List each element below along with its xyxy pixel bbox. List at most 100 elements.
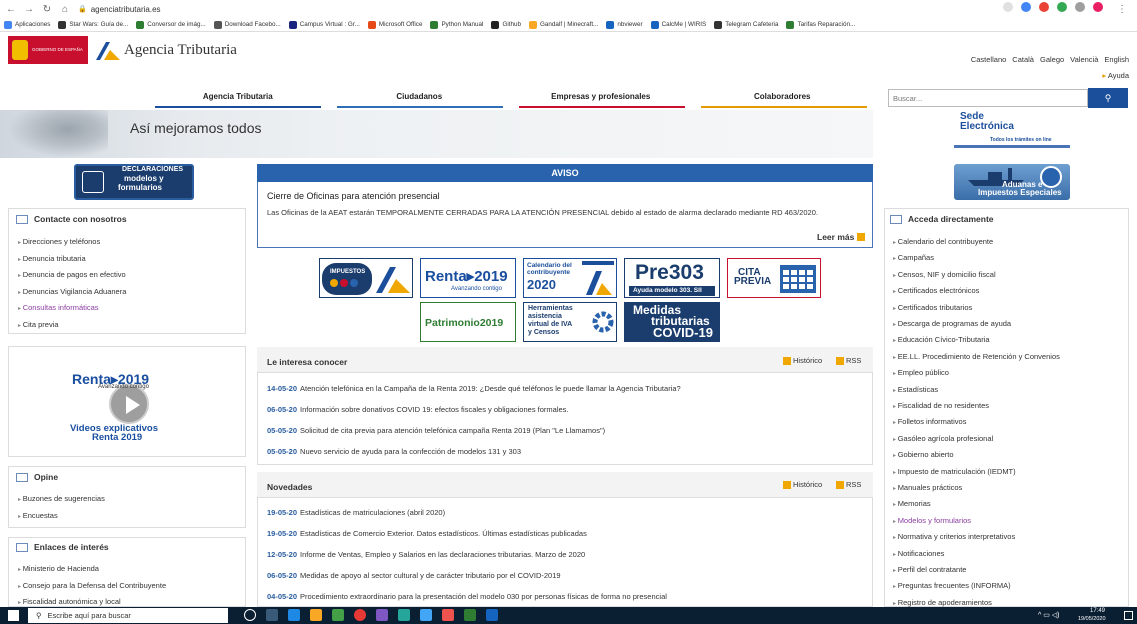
excel-icon[interactable] (464, 609, 476, 621)
taskbar-search[interactable]: ⚲ Escribe aquí para buscar (28, 608, 228, 623)
link-item[interactable]: Folletos informativos (893, 417, 967, 426)
bookmark-item[interactable]: CalcMe | WIRIS (650, 20, 706, 29)
interesa-historico[interactable]: Histórico (783, 356, 822, 365)
tile-covid[interactable]: Medidas tributarias COVID-19 (624, 302, 720, 342)
tile-herramientas[interactable]: Herramientas asistencia virtual de IVA y… (523, 302, 617, 342)
news-item[interactable]: 12-05-20 Informe de Ventas, Empleo y Sala… (267, 550, 585, 559)
news-item[interactable]: 19-05-20 Estadísticas de Comercio Exterio… (267, 529, 587, 538)
aeat-logo[interactable]: Agencia Tributaria (96, 40, 237, 60)
link-item[interactable]: Certificados tributarios (893, 303, 973, 312)
link-item[interactable]: Cita previa (18, 320, 59, 329)
extension-icon[interactable] (1075, 2, 1085, 12)
link-item[interactable]: Educación Cívico-Tributaria (893, 335, 990, 344)
videos-label-2[interactable]: Renta 2019 (92, 432, 142, 443)
link-item[interactable]: Notificaciones (893, 549, 945, 558)
bookmark-item[interactable]: Star Wars: Guía de... (58, 20, 128, 29)
link-item[interactable]: Gasóleo agrícola profesional (893, 434, 993, 443)
link-item[interactable]: Fiscalidad autonómica y local (18, 597, 121, 606)
lang-valencia[interactable]: Valencià (1070, 55, 1098, 64)
tile-impuestos[interactable]: IMPUESTOS (319, 258, 413, 298)
link-item[interactable]: Preguntas frecuentes (INFORMA) (893, 581, 1011, 590)
forward-icon[interactable]: → (22, 2, 36, 16)
read-more-link[interactable]: Leer más (817, 232, 865, 242)
novedades-historico[interactable]: Histórico (783, 480, 822, 489)
reload-icon[interactable]: ↻ (40, 2, 54, 16)
system-tray[interactable]: ^ ▭ ◁) (1038, 611, 1060, 619)
menu-icon[interactable]: ⋮ (1115, 2, 1129, 16)
explorer-icon[interactable] (310, 609, 322, 621)
bookmark-item[interactable]: Python Manual (430, 20, 483, 29)
lang-castellano[interactable]: Castellano (971, 55, 1006, 64)
link-item[interactable]: Normativa y criterios interpretativos (893, 532, 1016, 541)
app-icon[interactable] (332, 609, 344, 621)
link-item[interactable]: Buzones de sugerencias (18, 494, 105, 503)
news-item[interactable]: 19-05-20 Estadísticas de matriculaciones … (267, 508, 445, 517)
extension-icon[interactable] (1057, 2, 1067, 12)
link-item[interactable]: Consultas informáticas (18, 303, 99, 312)
link-item[interactable]: Encuestas (18, 511, 58, 520)
novedades-rss[interactable]: RSS (836, 480, 861, 489)
chrome-icon[interactable] (354, 609, 366, 621)
interesa-rss[interactable]: RSS (836, 356, 861, 365)
link-item[interactable]: Modelos y formularios (893, 516, 971, 525)
tile-renta[interactable]: Renta▸2019 Avanzando contigo (420, 258, 516, 298)
link-item[interactable]: Denuncias Vigilancia Aduanera (18, 287, 127, 296)
notifications-icon[interactable] (1124, 611, 1133, 620)
app-icon[interactable] (376, 609, 388, 621)
extension-icon[interactable] (1039, 2, 1049, 12)
link-item[interactable]: Campañas (893, 253, 934, 262)
bookmark-item[interactable]: Github (491, 20, 521, 29)
home-icon[interactable]: ⌂ (58, 2, 72, 16)
tile-pre303[interactable]: Pre303 Ayuda modelo 303. SII (624, 258, 720, 298)
link-item[interactable]: Calendario del contribuyente (893, 237, 993, 246)
lang-catala[interactable]: Català (1012, 55, 1034, 64)
link-item[interactable]: Direcciones y teléfonos (18, 237, 101, 246)
clock-date[interactable]: 19/05/2020 (1078, 616, 1106, 622)
link-item[interactable]: Manuales prácticos (893, 483, 963, 492)
link-item[interactable]: Estadísticas (893, 385, 938, 394)
link-item[interactable]: EE.LL. Procedimiento de Retención y Conv… (893, 352, 1060, 361)
news-item[interactable]: 05-05-20 Solicitud de cita previa para at… (267, 426, 605, 435)
clock-time[interactable]: 17:49 (1090, 608, 1105, 614)
search-button[interactable]: ⚲ (1088, 88, 1128, 108)
tile-patrimonio[interactable]: Patrimonio2019 (420, 302, 516, 342)
star-icon[interactable] (1003, 2, 1013, 12)
app-icon[interactable] (398, 609, 410, 621)
windows-start-icon[interactable] (8, 610, 19, 621)
link-item[interactable]: Fiscalidad de no residentes (893, 401, 989, 410)
link-item[interactable]: Ministerio de Hacienda (18, 564, 99, 573)
play-video-button[interactable] (109, 384, 149, 424)
bookmark-item[interactable]: Telegram Cafeteria (714, 20, 778, 29)
bookmark-item[interactable]: Gandalf | Minecraft... (529, 20, 598, 29)
link-item[interactable]: Memorias (893, 499, 931, 508)
bookmark-item[interactable]: Tarifas Reparación... (786, 20, 855, 29)
tile-calendario[interactable]: Calendario del contribuyente 2020 (523, 258, 617, 298)
news-item[interactable]: 14-05-20 Atención telefónica en la Campañ… (267, 384, 681, 393)
link-item[interactable]: Impuesto de matriculación (IEDMT) (893, 467, 1016, 476)
link-item[interactable]: Denuncia de pagos en efectivo (18, 270, 126, 279)
address-bar[interactable]: 🔒 agenciatributaria.es (78, 5, 161, 14)
task-view-icon[interactable] (266, 609, 278, 621)
back-icon[interactable]: ← (4, 2, 18, 16)
bookmark-item[interactable]: Campus Virtual : Gr... (288, 20, 360, 29)
profile-avatar[interactable] (1093, 2, 1103, 12)
link-item[interactable]: Empleo público (893, 368, 949, 377)
bookmark-item[interactable]: Download Facebo... (213, 20, 281, 29)
link-item[interactable]: Gobierno abierto (893, 450, 954, 459)
link-item[interactable]: Registro de apoderamientos (893, 598, 992, 607)
search-input[interactable]: Buscar... (888, 89, 1088, 107)
link-item[interactable]: Perfil del contratante (893, 565, 967, 574)
app-icon[interactable] (442, 609, 454, 621)
news-item[interactable]: 06-05-20 Información sobre donativos COVI… (267, 405, 569, 414)
bookmark-item[interactable]: nbviewer (606, 20, 643, 29)
link-item[interactable]: Censos, NIF y domicilio fiscal (893, 270, 996, 279)
lang-english[interactable]: English (1104, 55, 1129, 64)
link-item[interactable]: Denuncia tributaria (18, 254, 86, 263)
government-logo[interactable]: GOBIERNO DE ESPAÑA (8, 36, 88, 64)
cortana-icon[interactable] (244, 609, 256, 621)
news-item[interactable]: 04-05-20 Procedimiento extraordinario par… (267, 592, 667, 601)
bookmark-item[interactable]: Conversor de imág... (136, 20, 206, 29)
news-item[interactable]: 05-05-20 Nuevo servicio de ayuda para la … (267, 447, 521, 456)
help-link[interactable]: Ayuda (1102, 71, 1129, 80)
link-item[interactable]: Certificados electrónicos (893, 286, 980, 295)
